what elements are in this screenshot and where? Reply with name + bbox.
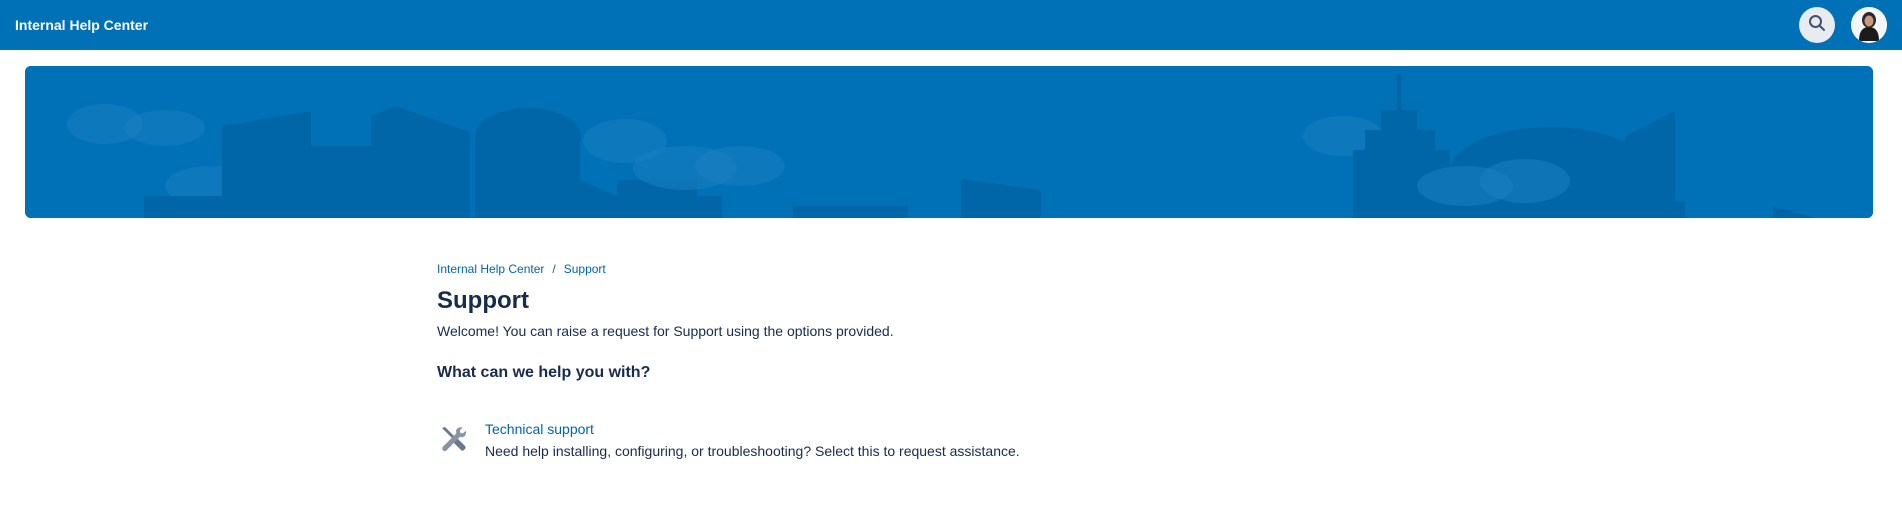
page-title: Support [437, 287, 529, 314]
building-shape [697, 196, 722, 218]
portal-banner [25, 66, 1873, 218]
cloud-shape [1480, 159, 1570, 203]
breadcrumb-separator: / [552, 262, 556, 276]
cloud-shape [125, 110, 205, 146]
tools-icon [437, 423, 469, 455]
skyline-illustration [25, 66, 1873, 218]
building-shape [793, 206, 908, 218]
request-type-title[interactable]: Technical support [485, 419, 1020, 439]
avatar-image [1851, 7, 1887, 43]
breadcrumb-link-support[interactable]: Support [564, 262, 606, 276]
building-shape [1397, 74, 1401, 114]
breadcrumb-link-help-center[interactable]: Internal Help Center [437, 262, 544, 276]
request-type-technical-support[interactable]: Technical support Need help installing, … [437, 419, 1465, 461]
user-avatar-button[interactable] [1851, 7, 1887, 43]
cloud-shape [695, 146, 785, 186]
section-heading: What can we help you with? [437, 364, 651, 381]
search-button[interactable] [1799, 7, 1835, 43]
request-type-description: Need help installing, configuring, or tr… [485, 443, 1020, 459]
breadcrumb: Internal Help Center / Support [437, 258, 1465, 280]
building-shape [144, 196, 224, 218]
building-shape [311, 146, 371, 218]
request-type-text: Technical support Need help installing, … [485, 419, 1020, 461]
building-shape [475, 136, 580, 218]
main-content: Internal Help Center / Support Support W… [437, 258, 1465, 461]
help-center-logo-link[interactable]: Internal Help Center [15, 17, 148, 33]
building-shape [222, 111, 311, 218]
welcome-message: Welcome! You can raise a request for Sup… [437, 323, 894, 339]
search-icon [1807, 13, 1827, 38]
top-navigation-bar: Internal Help Center [0, 0, 1902, 50]
topbar-actions [1799, 7, 1887, 43]
building-shape [1625, 201, 1685, 218]
